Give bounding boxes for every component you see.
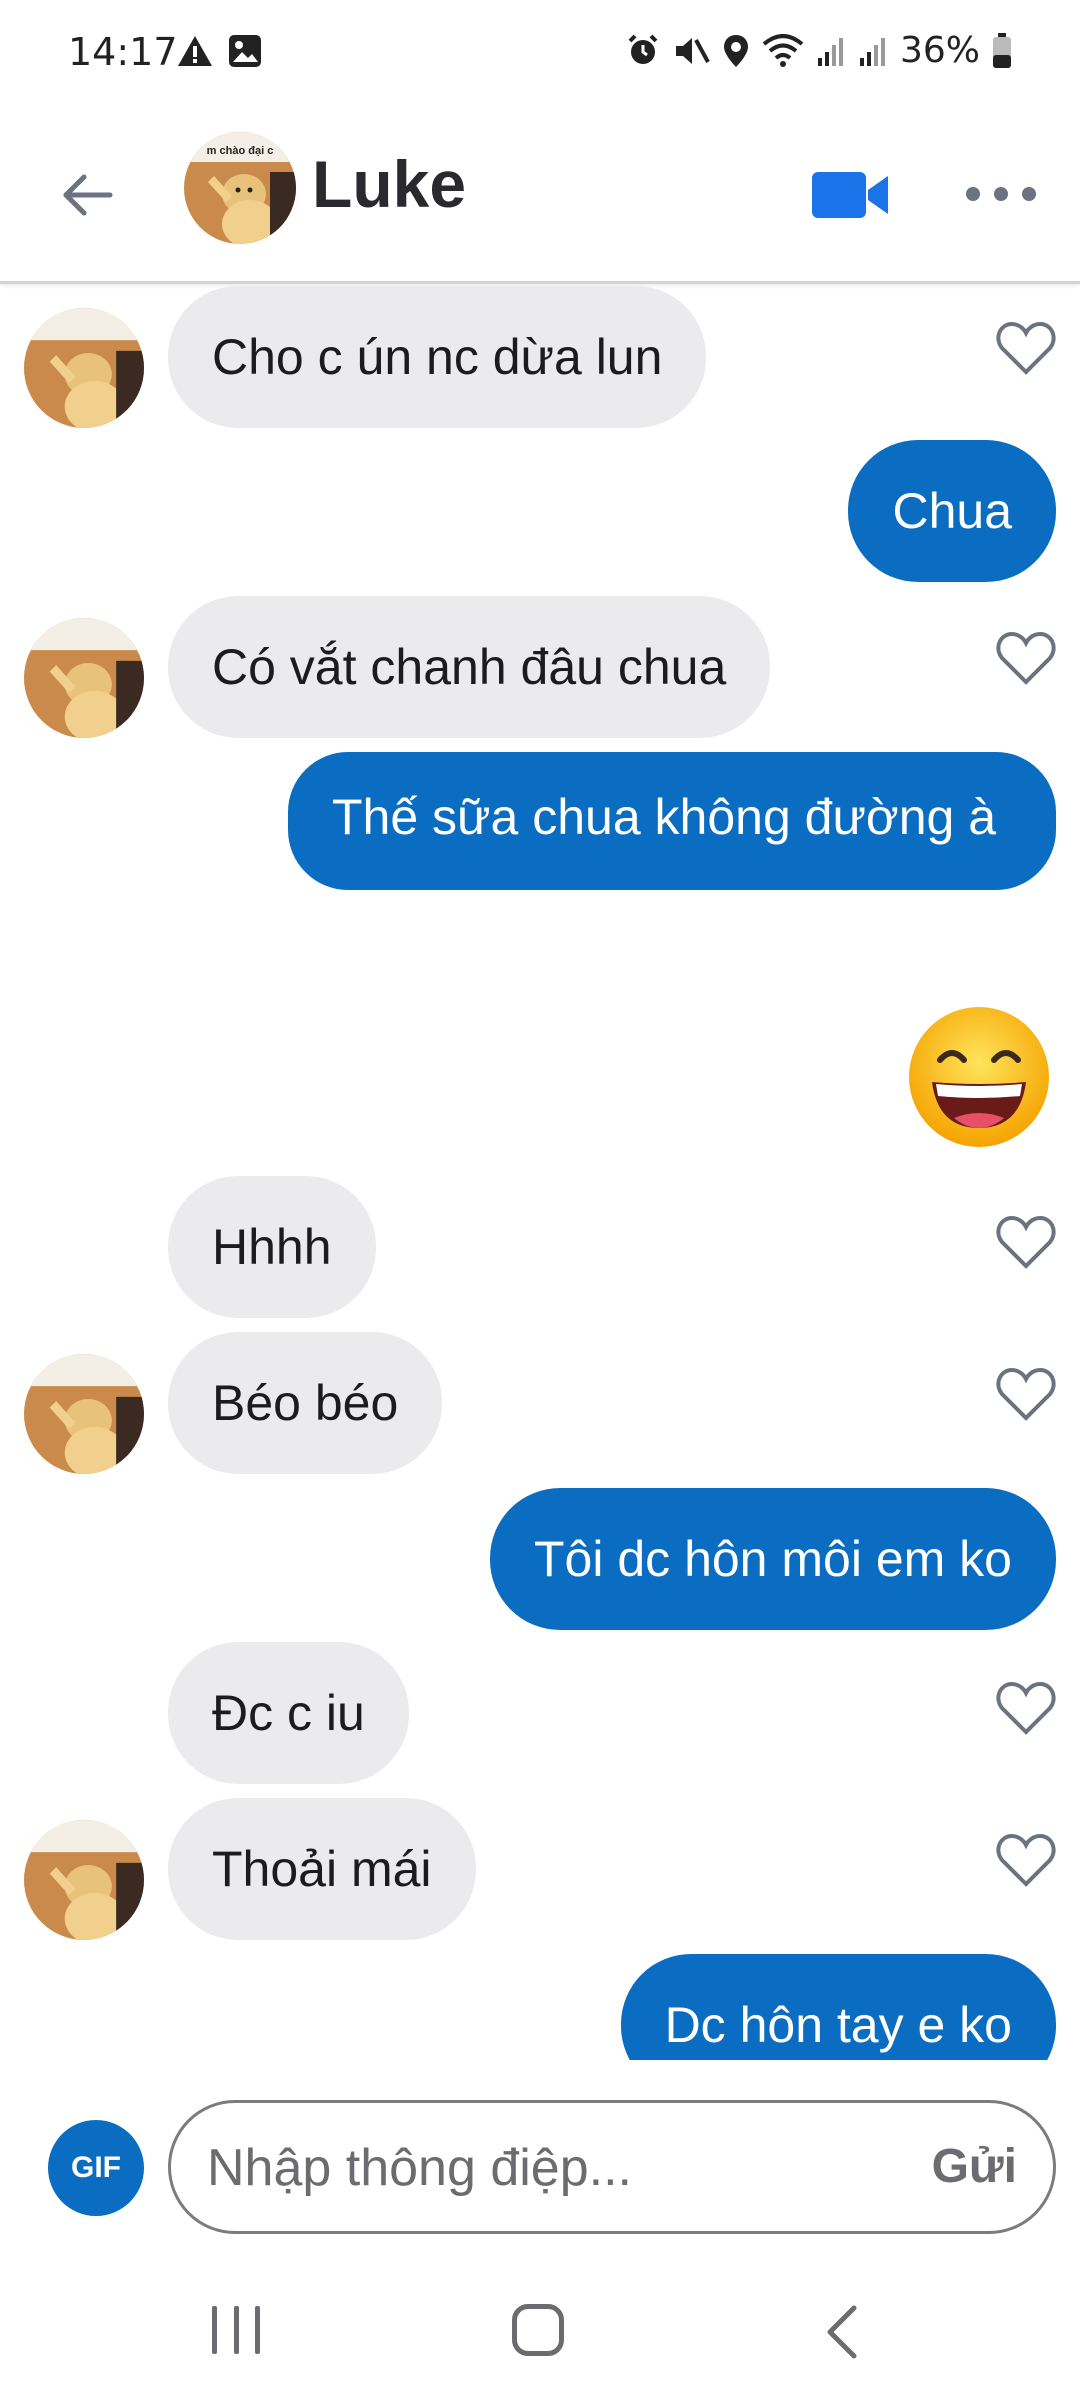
- dog-avatar-image: [24, 308, 144, 428]
- message-bubble-incoming[interactable]: Đc c iu: [168, 1642, 409, 1784]
- message-bubble-incoming[interactable]: Có vắt chanh đâu chua: [168, 596, 771, 738]
- avatar[interactable]: m chào đại c: [184, 132, 296, 244]
- heart-icon[interactable]: [996, 1832, 1056, 1888]
- message-bubble-incoming[interactable]: Thoải mái: [168, 1798, 476, 1940]
- recent-bar-icon: [233, 2306, 239, 2354]
- dog-avatar-image: [24, 1820, 144, 1940]
- message-bubble-outgoing[interactable]: Thế sữa chua không đường à: [288, 752, 1056, 890]
- heart-icon[interactable]: [996, 1366, 1056, 1422]
- sender-avatar[interactable]: [24, 308, 144, 428]
- contact-name[interactable]: Luke: [312, 146, 466, 222]
- message-composer: GIF Gửi: [0, 2060, 1080, 2270]
- sender-avatar[interactable]: [24, 618, 144, 738]
- location-icon: [723, 34, 748, 67]
- video-camera-icon: [812, 172, 888, 218]
- chat-header: m chào đại c Luke: [0, 110, 1080, 284]
- video-call-button[interactable]: [808, 162, 892, 228]
- chevron-left-icon: [827, 2305, 857, 2359]
- dog-avatar-image: [24, 1354, 144, 1474]
- wifi-icon: [762, 33, 804, 67]
- more-options-button[interactable]: [966, 174, 1036, 214]
- message-bubble-incoming[interactable]: Béo béo: [168, 1332, 443, 1474]
- sender-avatar[interactable]: [24, 1820, 144, 1940]
- recent-bar-icon: [212, 2306, 217, 2354]
- signal-icon: [859, 37, 885, 66]
- heart-icon[interactable]: [996, 320, 1056, 376]
- dog-avatar-image: m chào đại c: [184, 132, 296, 244]
- message-bubble-outgoing[interactable]: Chua: [848, 440, 1056, 582]
- more-dot-icon: [994, 187, 1008, 201]
- battery-percent: 36%: [899, 30, 980, 71]
- image-icon: [229, 35, 261, 67]
- system-nav-bar: [0, 2270, 1080, 2400]
- heart-icon[interactable]: [996, 1680, 1056, 1736]
- sender-avatar[interactable]: [24, 1354, 144, 1474]
- gif-button[interactable]: GIF: [48, 2120, 144, 2216]
- status-right-icons: 36%: [626, 30, 1012, 71]
- message-bubble-outgoing[interactable]: Tôi dc hôn môi em ko: [490, 1488, 1056, 1630]
- more-dot-icon: [966, 187, 980, 201]
- alarm-icon: [628, 34, 658, 64]
- avatar-caption: m chào đại c: [207, 145, 274, 157]
- heart-icon[interactable]: [996, 1214, 1056, 1270]
- message-input[interactable]: [207, 2133, 867, 2203]
- signal-icon: [817, 37, 843, 66]
- status-bar: 14:17 36%: [0, 0, 1080, 110]
- back-button[interactable]: [52, 160, 122, 230]
- grinning-face-emoji[interactable]: [906, 1004, 1052, 1150]
- system-back-button[interactable]: [822, 2304, 862, 2360]
- battery-icon: [993, 32, 1011, 68]
- heart-icon[interactable]: [996, 630, 1056, 686]
- mute-icon: [675, 37, 710, 64]
- message-bubble-incoming[interactable]: Hhhh: [168, 1176, 376, 1318]
- message-list[interactable]: Cho c ún nc dừa lun Chua Có vắt chanh đâ…: [0, 284, 1080, 2060]
- more-dot-icon: [1022, 187, 1036, 201]
- dog-avatar-image: [24, 618, 144, 738]
- send-button[interactable]: Gửi: [932, 2139, 1017, 2194]
- recent-apps-button[interactable]: [212, 2306, 260, 2358]
- warning-icon: [178, 36, 212, 66]
- home-button[interactable]: [512, 2304, 564, 2356]
- message-bubble-incoming[interactable]: Cho c ún nc dừa lun: [168, 286, 707, 428]
- message-input-wrapper[interactable]: Gửi: [168, 2100, 1056, 2234]
- status-left-icons: [176, 34, 262, 68]
- message-bubble-outgoing[interactable]: Dc hôn tay e ko: [620, 1954, 1056, 2060]
- arrow-left-icon: [63, 174, 113, 216]
- status-time: 14:17: [68, 30, 178, 74]
- recent-bar-icon: [255, 2306, 260, 2354]
